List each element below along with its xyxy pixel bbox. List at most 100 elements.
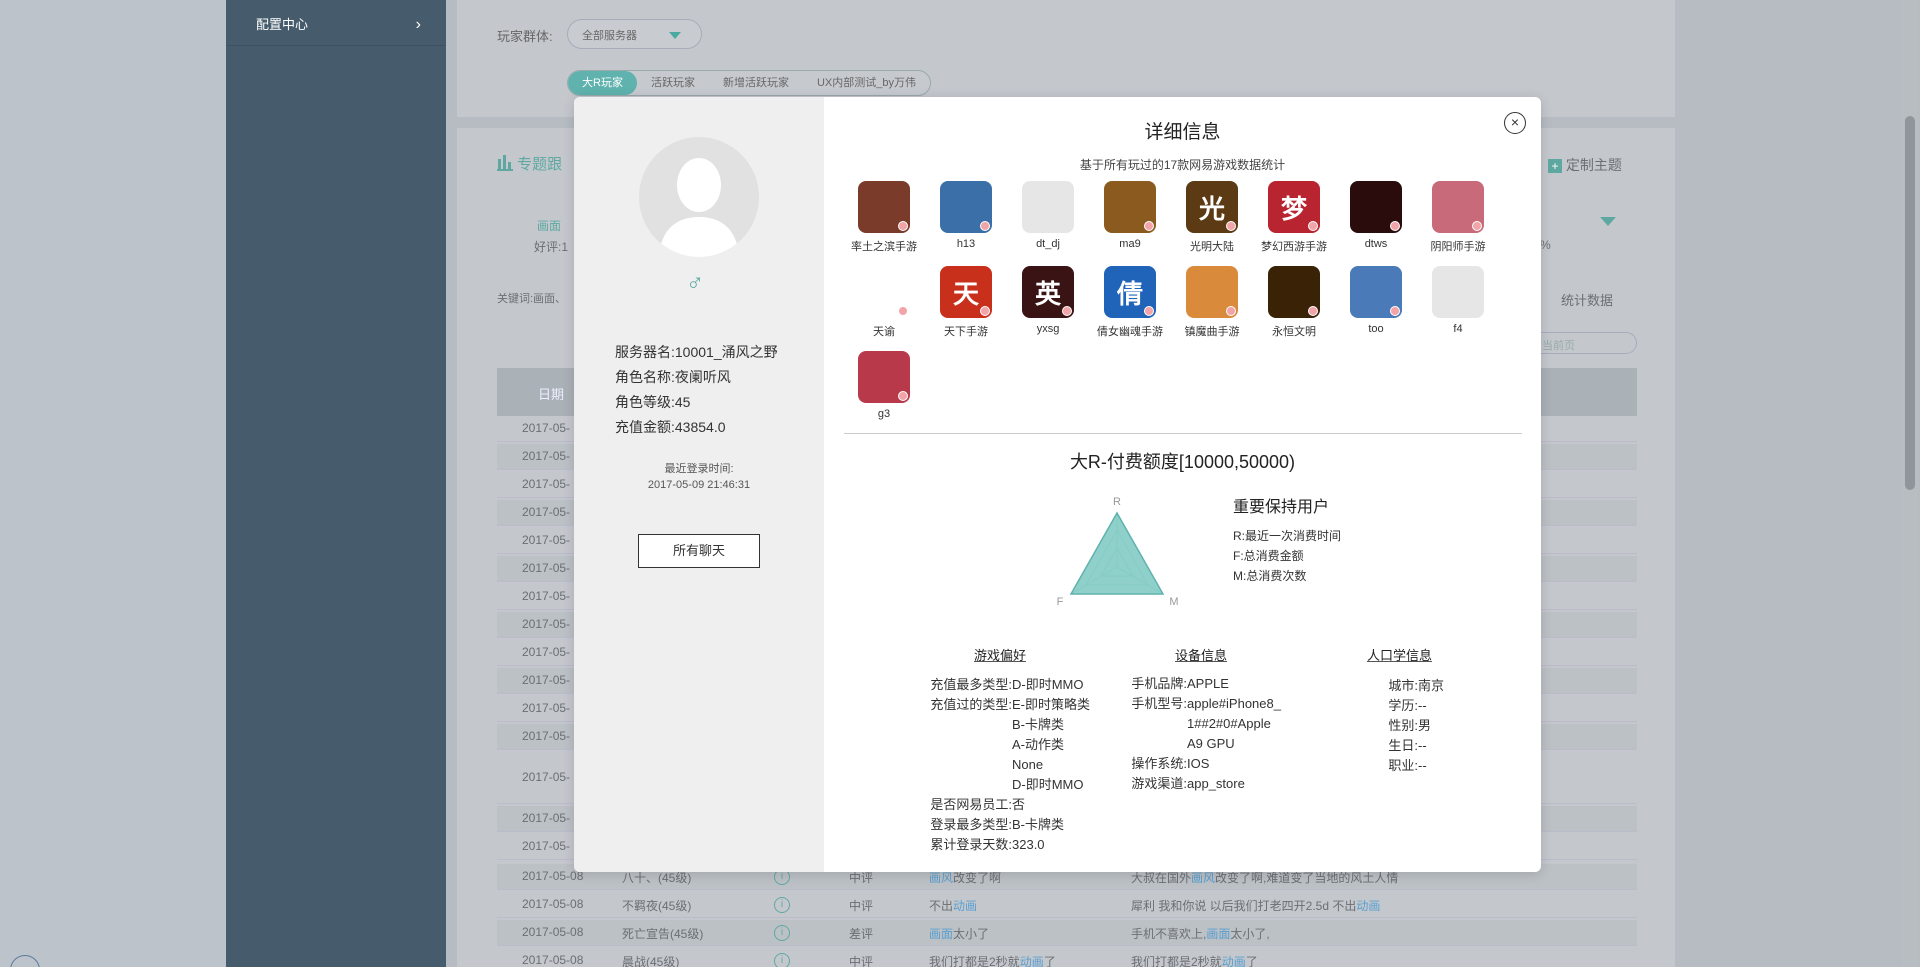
game-item[interactable]: 光光明大陆: [1171, 181, 1253, 254]
bar-chart-icon: [497, 155, 513, 171]
game-badge-icon: [1308, 221, 1318, 231]
game-item[interactable]: too: [1335, 266, 1417, 335]
game-icon: [858, 181, 910, 233]
sidebar: 配置中心 ›: [226, 0, 446, 967]
topic-tab[interactable]: 专题跟: [497, 153, 562, 174]
game-item[interactable]: f4: [1417, 266, 1499, 335]
player-profile-panel: ♂ 服务器名:10001_涌风之野 角色名称:夜阑听风 角色等级:45 充值金额…: [574, 97, 824, 872]
game-preference-title: 游戏偏好: [974, 648, 1027, 663]
game-icon: [1350, 181, 1402, 233]
game-icon: 梦: [1268, 181, 1320, 233]
info-value: --: [1418, 738, 1427, 753]
game-item[interactable]: 梦梦幻西游手游: [1253, 181, 1335, 254]
dim-label: 画面: [537, 219, 562, 233]
modal-title: 详细信息: [1144, 122, 1221, 143]
game-icon: 英: [1022, 266, 1074, 318]
tab-active-players[interactable]: 活跃玩家: [637, 71, 709, 95]
game-icon: 光: [1186, 181, 1238, 233]
game-item[interactable]: 阴阳师手游: [1417, 181, 1499, 254]
info-row: 手机品牌: APPLE: [1118, 674, 1281, 694]
info-key: 职业:: [1388, 758, 1418, 773]
game-badge-icon: [980, 221, 990, 231]
game-badge-icon: [1062, 306, 1072, 316]
page-scrollbar[interactable]: [1902, 0, 1918, 967]
keyword-label: 关键词:画面、: [497, 293, 567, 305]
sidebar-item-config-center[interactable]: 配置中心 ›: [226, 0, 446, 46]
player-group-label: 玩家群体:: [497, 29, 553, 44]
info-row: 学历: --: [1369, 696, 1444, 716]
sidebar-item-label: 配置中心: [256, 17, 309, 32]
game-item[interactable]: 天天下手游: [925, 266, 1007, 339]
info-value: D-即时MMO: [1012, 677, 1084, 692]
table-row: 2017-05-08 不羁夜(45级) i 中评 不出动画 犀利 我和你说 以后…: [497, 892, 1637, 918]
date-cell: 2017-05-: [522, 729, 571, 743]
date-cell: 2017-05-08: [522, 953, 584, 967]
info-icon[interactable]: i: [774, 897, 790, 913]
comment-cell: 我们打都是2秒就动画了: [1131, 955, 1258, 967]
date-cell: 2017-05-: [522, 617, 571, 631]
all-chats-button[interactable]: 所有聊天: [638, 534, 760, 568]
percent-label: %: [1540, 238, 1551, 252]
axis-label-r: R: [1113, 496, 1121, 508]
chevron-right-icon: ›: [415, 16, 421, 33]
date-cell: 2017-05-: [522, 589, 571, 603]
custom-theme-button[interactable]: + 定制主题: [1548, 155, 1622, 175]
game-item[interactable]: dt_dj: [1007, 181, 1089, 250]
detail-panel: × 详细信息 基于所有玩过的17款网易游戏数据统计 率土之滨手游 h13 dt_dj…: [824, 97, 1541, 872]
game-item[interactable]: 镇魔曲手游: [1171, 266, 1253, 339]
date-cell: 2017-05-: [522, 449, 571, 463]
info-icon[interactable]: i: [774, 953, 790, 967]
info-key: 操作系统:: [1131, 756, 1187, 771]
scrollbar-thumb[interactable]: [1905, 116, 1915, 490]
date-cell: 2017-05-: [522, 645, 571, 659]
game-icon: [1432, 181, 1484, 233]
last-login: 最近登录时间: 2017-05-09 21:46:31: [574, 461, 824, 493]
game-item[interactable]: h13: [925, 181, 1007, 250]
game-item[interactable]: 永恒文明: [1253, 266, 1335, 339]
server-select[interactable]: 全部服务器: [567, 19, 702, 49]
game-icon: 倩: [1104, 266, 1156, 318]
info-key: 生日:: [1388, 738, 1418, 753]
game-item[interactable]: dtws: [1335, 181, 1417, 250]
game-name: 率土之滨手游: [851, 241, 917, 253]
tab-big-r[interactable]: 大R玩家: [568, 71, 637, 95]
info-value: --: [1418, 698, 1427, 713]
game-name: ma9: [1119, 238, 1141, 250]
date-cell: 2017-05-: [522, 505, 571, 519]
game-name: 天下手游: [944, 326, 988, 338]
info-value: --: [1418, 758, 1427, 773]
tab-new-active-players[interactable]: 新增活跃玩家: [709, 71, 803, 95]
game-icon: [1104, 181, 1156, 233]
game-item[interactable]: ma9: [1089, 181, 1171, 250]
keyword-cell: 不出动画: [929, 899, 978, 913]
expand-arrow-icon[interactable]: [1600, 217, 1616, 226]
game-badge-icon: [1390, 221, 1400, 231]
game-item[interactable]: g3: [843, 351, 925, 420]
game-badge-icon: [980, 306, 990, 316]
device-info: 手机品牌: APPLE 手机型号: apple#iPhone8_ 1##2#0#App…: [1118, 674, 1281, 794]
date-cell: 2017-05-08: [522, 897, 584, 911]
game-name: 镇魔曲手游: [1184, 326, 1240, 338]
divider: [844, 433, 1522, 434]
player-cell: 晨战(45级): [622, 955, 680, 967]
game-name: f4: [1453, 323, 1463, 335]
game-item[interactable]: 率土之滨手游: [843, 181, 925, 254]
info-row: 生日: --: [1369, 736, 1444, 756]
game-badge-icon: [1472, 221, 1482, 231]
game-item[interactable]: 英 yxsg: [1007, 266, 1089, 335]
game-name: 梦幻西游手游: [1261, 241, 1327, 253]
date-cell: 2017-05-: [522, 561, 571, 575]
rfm-legend: R:最近一次消费时间 F:总消费金额 M:总消费次数: [1233, 526, 1341, 586]
game-item[interactable]: 倩倩女幽魂手游: [1089, 266, 1171, 339]
info-value: apple#iPhone8_ 1##2#0#Apple A9 GPU: [1187, 696, 1281, 751]
stats-button[interactable]: 统计数据: [1561, 290, 1613, 309]
game-item[interactable]: 天谕: [843, 266, 925, 339]
tab-ux-test[interactable]: UX内部测试_by万伟: [803, 71, 930, 95]
info-value: 男: [1418, 718, 1432, 733]
legend-m: M:总消费次数: [1233, 569, 1307, 583]
info-key: 学历:: [1388, 698, 1418, 713]
info-icon[interactable]: i: [774, 925, 790, 941]
date-cell: 2017-05-: [522, 701, 571, 715]
info-value: app_store: [1187, 776, 1245, 791]
rating-cell: 中评: [849, 899, 874, 913]
